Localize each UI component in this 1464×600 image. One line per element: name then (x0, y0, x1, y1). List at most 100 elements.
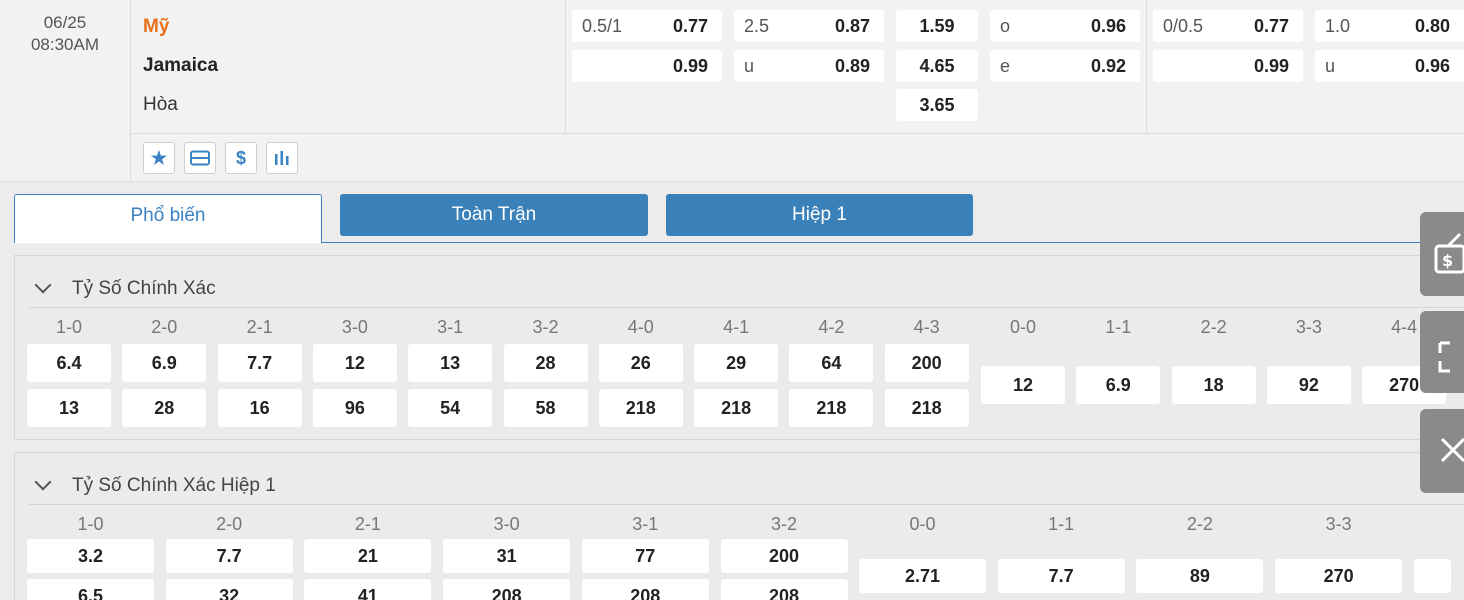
odds-cell-away[interactable]: 218 (789, 389, 874, 427)
draw-label: Hòa (143, 94, 178, 115)
odds-value: 4.65 (919, 56, 955, 76)
tab-toan-tran[interactable]: Toàn Trận (340, 194, 648, 236)
odds-cell-away[interactable]: 96 (312, 389, 397, 427)
ou-h1-line: 1.0 (1325, 16, 1351, 36)
odds-value: 0.96 (1090, 16, 1126, 36)
odds-cell-away[interactable]: 208 (443, 579, 571, 600)
odds-value: 0.96 (1414, 56, 1450, 76)
score-label: 0-0 (909, 514, 936, 534)
score-label: 3-1 (437, 317, 464, 337)
fullscreen-button[interactable] (1420, 311, 1464, 393)
odds-cell-away[interactable]: 32 (165, 579, 293, 600)
score-label: 4-3 (913, 317, 940, 337)
x12-ft-away[interactable]: 4.65 (896, 50, 978, 82)
odds-cell-home[interactable]: 7.7 (165, 539, 293, 573)
odds-cell-draw[interactable]: 89 (1136, 559, 1264, 593)
hdp-ft-away[interactable]: 0.99 (572, 50, 722, 82)
odds-cell-away[interactable]: 6.5 (27, 579, 154, 600)
odds-cell-home[interactable]: 200 (720, 539, 848, 573)
tab-pho-bien[interactable]: Phổ biến (14, 194, 322, 243)
oe-odd[interactable]: o 0.96 (990, 10, 1140, 42)
betslip-icon: $ (1434, 232, 1464, 274)
chevron-down-icon[interactable] (34, 276, 52, 294)
odds-cell-away[interactable]: 208 (720, 579, 848, 600)
close-button[interactable] (1420, 409, 1464, 493)
odds-cell-away[interactable]: 58 (503, 389, 588, 427)
correct-score-panel: Tỷ Số Chính Xác 1-0 6.4 13 2-0 6.9 28 2-1 7.7 16… (14, 255, 1464, 440)
odds-cell-away[interactable]: 218 (884, 389, 969, 427)
odds-cell-away[interactable]: 54 (408, 389, 493, 427)
odds-cell-home[interactable]: 28 (503, 344, 588, 382)
hdp-h1-home[interactable]: 0/0.5 0.77 (1153, 10, 1303, 42)
score-label: 3-0 (341, 317, 368, 337)
odds-cell-home[interactable]: 29 (694, 344, 779, 382)
score-label: 4-0 (627, 317, 654, 337)
odds-cell-away[interactable]: 16 (217, 389, 302, 427)
dollar-icon[interactable]: $ (225, 142, 257, 174)
odds-cell-home[interactable]: 12 (312, 344, 397, 382)
odds-value: 0.80 (1414, 16, 1450, 36)
match-actions: ★ $ (131, 133, 1464, 181)
ou-ft-under[interactable]: u 0.89 (734, 50, 884, 82)
odds-cell-home[interactable]: 13 (408, 344, 493, 382)
odds-cell-draw[interactable]: 6.9 (1076, 366, 1161, 404)
odds-cell-home[interactable]: 200 (884, 344, 969, 382)
panel-title[interactable]: Tỷ Số Chính Xác (72, 278, 216, 300)
ou-ft-line: 2.5 (744, 16, 770, 36)
odds-cell-draw[interactable]: 92 (1266, 366, 1351, 404)
odds-cell-draw[interactable]: 270 (1275, 559, 1403, 593)
odds-value: 1.59 (919, 16, 955, 36)
odds-value: 0.92 (1090, 56, 1126, 76)
odds-cell-home[interactable]: 77 (581, 539, 709, 573)
star-icon[interactable]: ★ (143, 142, 175, 174)
chevron-down-icon[interactable] (34, 473, 52, 491)
home-team[interactable]: Mỹ (143, 16, 169, 38)
score-label: 3-2 (532, 317, 559, 337)
odds-cell-home[interactable]: 6.9 (122, 344, 207, 382)
odds-cell-home[interactable]: 21 (304, 539, 432, 573)
x12-ft-home[interactable]: 1.59 (896, 10, 978, 42)
tab-hiep-1[interactable]: Hiệp 1 (666, 194, 973, 236)
odds-cell-draw[interactable]: 7.7 (997, 559, 1125, 593)
score-label: 2-1 (246, 317, 273, 337)
divider (29, 504, 1464, 505)
score-label: 3-2 (770, 514, 797, 534)
ou-ft-over[interactable]: 2.5 0.87 (734, 10, 884, 42)
odds-cell-away[interactable]: 218 (598, 389, 683, 427)
odds-cell-draw[interactable] (1413, 559, 1451, 593)
score-label: 4-2 (818, 317, 845, 337)
score-label: 3-3 (1325, 514, 1352, 534)
ou-h1-under[interactable]: u 0.96 (1315, 50, 1464, 82)
match-date: 06/25 (43, 13, 87, 32)
panel-title[interactable]: Tỷ Số Chính Xác Hiệp 1 (72, 475, 276, 497)
stats-icon[interactable] (266, 142, 298, 174)
odds-cell-away[interactable]: 28 (122, 389, 207, 427)
odds-cell-home[interactable]: 26 (598, 344, 683, 382)
odds-cell-away[interactable]: 208 (581, 579, 709, 600)
oe-even[interactable]: e 0.92 (990, 50, 1140, 82)
correct-score-h1-panel: Tỷ Số Chính Xác Hiệp 1 1-0 3.2 6.5 2-0 7.7 32… (14, 452, 1464, 600)
x12-ft-draw[interactable]: 3.65 (896, 89, 978, 121)
hdp-ft-home[interactable]: 0.5/1 0.77 (572, 10, 722, 42)
svg-text:$: $ (1442, 251, 1453, 270)
odds-cell-away[interactable]: 41 (304, 579, 432, 600)
odds-cell-draw[interactable]: 12 (981, 366, 1065, 404)
odds-cell-home[interactable]: 7.7 (217, 344, 302, 382)
ticket-icon[interactable] (184, 142, 216, 174)
odds-cell-away[interactable]: 13 (27, 389, 111, 427)
odds-cell-away[interactable]: 218 (694, 389, 779, 427)
ou-h1-over[interactable]: 1.0 0.80 (1315, 10, 1464, 42)
betslip-button[interactable]: $ (1420, 212, 1464, 296)
odds-cell-home[interactable]: 31 (443, 539, 571, 573)
odd-label: o (1000, 16, 1011, 36)
odds-cell-draw[interactable]: 2.71 (859, 559, 986, 593)
odds-cell-home[interactable]: 64 (789, 344, 874, 382)
odds-cell-home[interactable]: 3.2 (27, 539, 154, 573)
hdp-h1-away[interactable]: 0.99 (1153, 50, 1303, 82)
odds-cell-home[interactable]: 6.4 (27, 344, 111, 382)
odds-value: 0.99 (672, 56, 708, 76)
score-label: 3-1 (632, 514, 659, 534)
odds-divider (1146, 0, 1147, 133)
away-team[interactable]: Jamaica (143, 55, 218, 77)
odds-cell-draw[interactable]: 18 (1171, 366, 1256, 404)
